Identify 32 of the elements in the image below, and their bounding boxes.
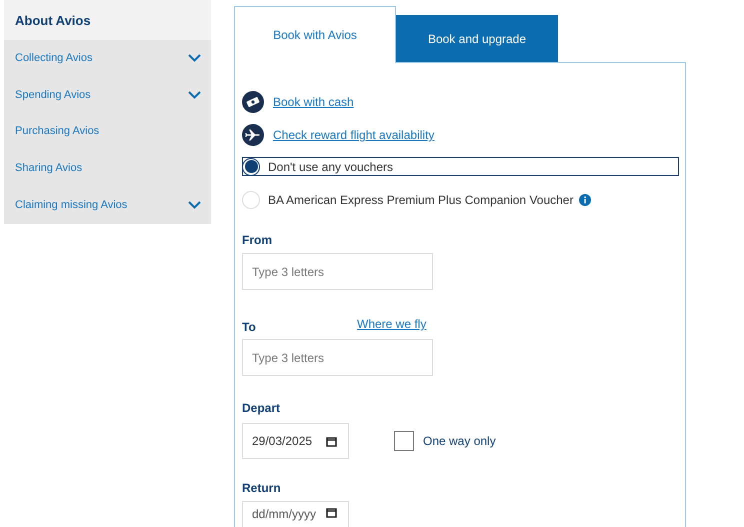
field-label: Return bbox=[242, 481, 282, 495]
radio-label: BA American Express Premium Plus Companion Voucher bbox=[268, 192, 574, 206]
link[interactable]: Where we fly bbox=[357, 317, 426, 331]
chevron-down-icon[interactable] bbox=[188, 54, 201, 62]
sidebar-item[interactable]: Sharing Avios bbox=[15, 162, 82, 174]
radio-label: Don't use any vouchers bbox=[268, 160, 394, 174]
checkbox-label: One way only bbox=[423, 434, 496, 448]
tab[interactable]: Book and upgrade bbox=[396, 15, 558, 62]
chevron-down-icon[interactable] bbox=[188, 90, 201, 99]
sidebar-item[interactable]: Spending Avios bbox=[15, 88, 91, 101]
calendar-icon[interactable] bbox=[326, 436, 337, 446]
banknote-icon bbox=[242, 91, 264, 113]
field-label: Depart bbox=[242, 401, 282, 415]
sidebar-item[interactable]: Collecting Avios bbox=[15, 52, 92, 64]
date-field[interactable]: dd/mm/yyyy bbox=[242, 501, 349, 527]
checkbox[interactable] bbox=[394, 431, 414, 451]
sidebar-title: About Avios bbox=[15, 12, 91, 28]
calendar-icon[interactable] bbox=[326, 507, 337, 518]
link[interactable]: Check reward flight availability bbox=[273, 128, 434, 142]
chevron-down-icon[interactable] bbox=[188, 200, 201, 209]
field-label: From bbox=[242, 233, 273, 247]
tab[interactable]: Book with Avios bbox=[234, 6, 396, 63]
sidebar-item[interactable]: Claiming missing Avios bbox=[15, 198, 128, 211]
radio-button[interactable] bbox=[242, 158, 260, 176]
airplane-icon bbox=[242, 124, 264, 146]
link[interactable]: Book with cash bbox=[273, 95, 354, 109]
field-label: To bbox=[242, 320, 257, 334]
input-field[interactable]: Type 3 letters bbox=[242, 339, 433, 376]
info-icon[interactable] bbox=[579, 194, 592, 206]
sidebar-item[interactable]: Purchasing Avios bbox=[15, 125, 100, 138]
date-field[interactable]: 29/03/2025 bbox=[242, 423, 349, 459]
input-field[interactable]: Type 3 letters bbox=[242, 253, 433, 290]
